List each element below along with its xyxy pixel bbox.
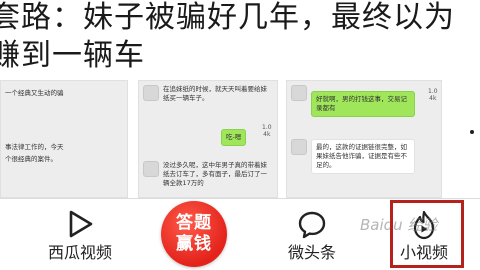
chat-reply-bubble: 吃-嗯: [221, 129, 247, 146]
tab-xigua-video[interactable]: 西瓜视频: [30, 199, 130, 270]
quiz-badge-button[interactable]: 答题 赢钱: [161, 201, 227, 267]
play-triangle-icon: [65, 209, 95, 243]
tab-label: 小视频: [399, 243, 448, 262]
quiz-label-top: 答题: [176, 213, 212, 233]
chat-text-line: 一个经典又生动的骗: [5, 89, 64, 97]
chat-screenshot-2: 在追妹纸的时候，就天天叫着要给妹纸买一辆车子。 吃-嗯 没过多久呢，这中年男子真…: [138, 80, 278, 198]
volume-mark-value: 1.0: [428, 88, 438, 95]
volume-mark-value: 4k: [429, 95, 437, 102]
chat-message: 没过多久呢，这中年男子真的带着妹纸去订车了，多有面子，最后订了一辆全款17万的: [163, 161, 267, 187]
tab-quiz-earn[interactable]: 答题 赢钱: [144, 199, 244, 270]
avatar: [143, 85, 159, 101]
article-headline[interactable]: 套路：妹子被骗好几年，最终以为 赚到一辆车: [0, 0, 480, 78]
chat-message: 在追妹纸的时候，就天天叫着要给妹纸买一辆车子。: [163, 85, 267, 102]
chat-screenshot-3: 好就啊，男的打钱这事，交易记录都有 最的，这款的证据链很完整，如果妹纸告他诈骗，…: [286, 80, 442, 198]
chat-text-line: 个很经典的案件。: [5, 155, 57, 163]
tab-label: 西瓜视频: [47, 243, 112, 262]
volume-mark-value: 1.0: [262, 124, 272, 131]
avatar: [291, 139, 307, 155]
chat-message-bubble: 好就啊，男的打钱这事，交易记录都有: [311, 91, 415, 117]
chat-bubble-icon: [296, 209, 328, 245]
page-dot: [470, 130, 474, 134]
chat-text-line: 事法律工作的，今天: [5, 143, 64, 151]
volume-mark: 1.0 4k: [262, 124, 272, 138]
baidu-watermark: Baidu 经验: [360, 216, 438, 234]
headline-line-1: 套路：妹子被骗好几年，最终以为: [0, 0, 455, 35]
chat-message-bubble: 最的，这款的证据链很完整，如果妹纸告他诈骗，证据是有些不足的。: [311, 139, 415, 174]
chat-screenshot-1: 一个经典又生动的骗 事法律工作的，今天 个很经典的案件。: [0, 80, 128, 198]
avatar: [143, 161, 159, 177]
avatar: [291, 85, 307, 101]
volume-mark: 1.0 4k: [428, 88, 438, 102]
tab-label: 微头条: [287, 243, 336, 262]
tab-weitoutiao[interactable]: 微头条: [262, 199, 362, 270]
quiz-label-bottom: 赢钱: [176, 234, 212, 254]
headline-line-2: 赚到一辆车: [0, 38, 145, 73]
volume-mark-value: 4k: [263, 131, 271, 138]
article-image-strip[interactable]: 一个经典又生动的骗 事法律工作的，今天 个很经典的案件。 在追妹纸的时候，就天天…: [0, 80, 480, 198]
